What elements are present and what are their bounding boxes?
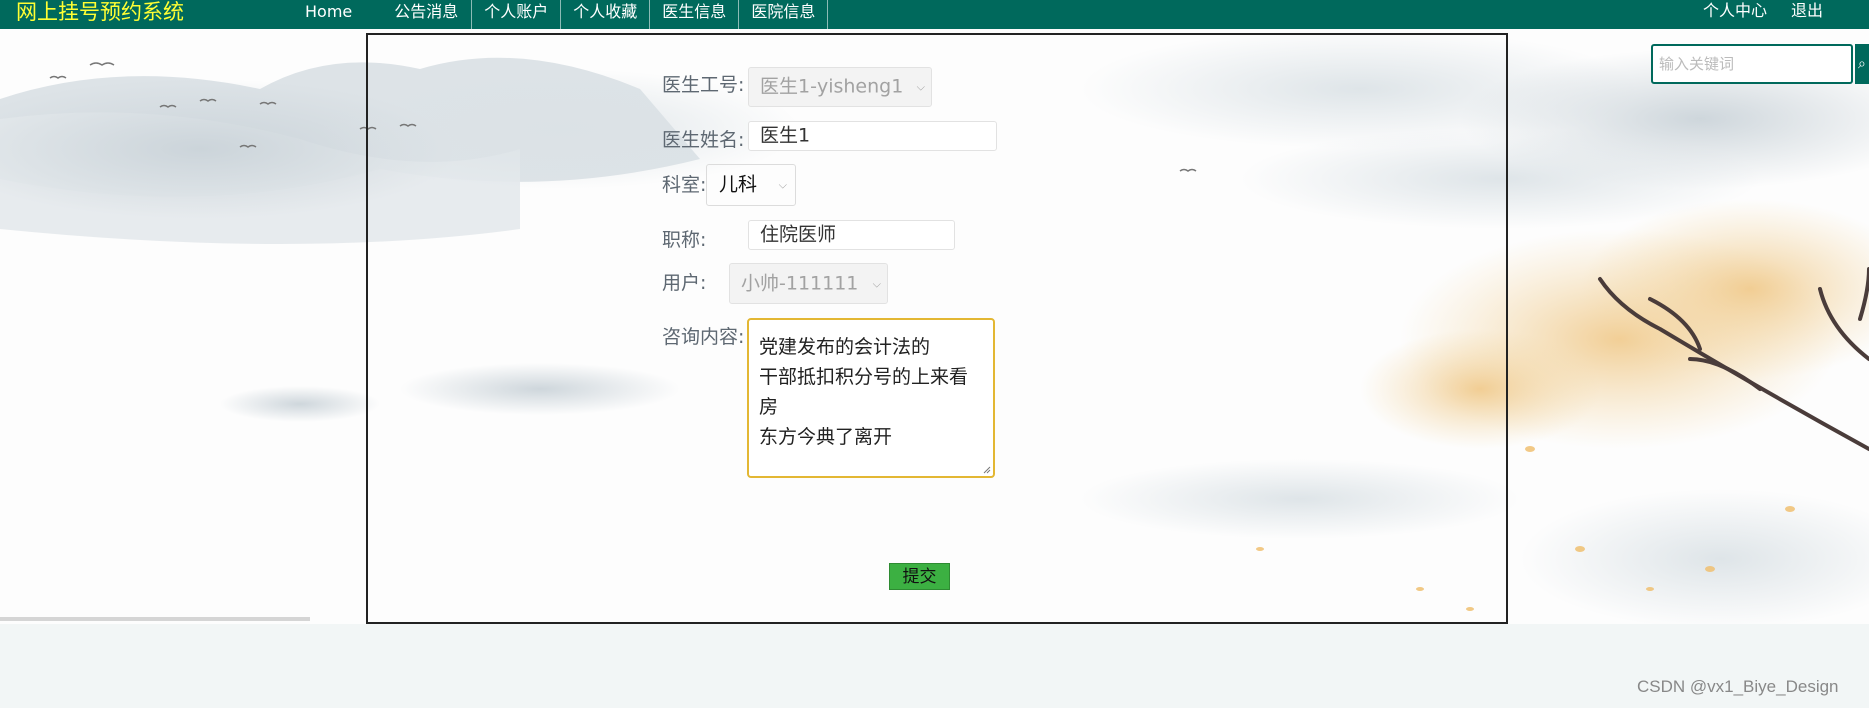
title-field[interactable]: 住院医师: [748, 220, 955, 250]
nav-hospitals[interactable]: 医院信息: [739, 0, 829, 29]
nav-account[interactable]: 个人账户: [472, 0, 562, 29]
watermark: CSDN @vx1_Biye_Design: [1637, 677, 1839, 696]
doctor-name-value: 医生1: [760, 124, 811, 147]
content-line: 干部抵扣积分号的上来看: [759, 366, 969, 388]
app-title: 网上挂号预约系统: [16, 0, 184, 24]
page-footer-area: [0, 624, 1869, 708]
content-label: 咨询内容:: [662, 326, 745, 348]
doctor-id-value: 医生1-yisheng1: [760, 75, 904, 98]
title-value: 住院医师: [760, 223, 837, 246]
department-value: 儿科: [719, 173, 758, 196]
department-select[interactable]: 儿科 ⌵: [706, 164, 796, 206]
content-line: 东方今典了离开: [759, 426, 893, 448]
nav-home[interactable]: Home: [290, 0, 380, 29]
title-label: 职称:: [662, 229, 707, 251]
nav-announcements[interactable]: 公告消息: [380, 0, 473, 29]
doctor-id-select: 医生1-yisheng1 ⌵: [748, 67, 932, 107]
logout-link[interactable]: 退出: [1791, 0, 1823, 29]
content-line: 房: [759, 396, 779, 418]
main-nav: Home 公告消息 个人账户 个人收藏 医生信息 医院信息: [290, 0, 829, 29]
department-label: 科室:: [662, 174, 707, 196]
user-label: 用户:: [662, 272, 707, 294]
search-input[interactable]: [1651, 44, 1853, 84]
doctor-name-field[interactable]: 医生1: [748, 121, 997, 151]
top-nav-bar: 网上挂号预约系统 Home 公告消息 个人账户 个人收藏 医生信息 医院信息 个…: [0, 0, 1869, 29]
chevron-down-icon: ⌵: [872, 277, 881, 290]
personal-center-link[interactable]: 个人中心: [1703, 0, 1767, 29]
resize-grip-icon[interactable]: [981, 464, 991, 474]
user-select: 小帅-111111 ⌵: [729, 263, 888, 304]
user-value: 小帅-111111: [741, 272, 859, 294]
doctor-id-label: 医生工号:: [662, 74, 745, 96]
chevron-down-icon: ⌵: [778, 178, 787, 192]
user-nav: 个人中心 退出: [1703, 0, 1823, 29]
search-button[interactable]: ⌕: [1855, 44, 1869, 84]
content-textarea[interactable]: 党建发布的会计法的 干部抵扣积分号的上来看 房 东方今典了离开: [747, 318, 995, 478]
nav-doctors[interactable]: 医生信息: [650, 0, 740, 29]
chevron-down-icon: ⌵: [916, 80, 925, 94]
doctor-name-label: 医生姓名:: [662, 129, 745, 151]
submit-button[interactable]: 提交: [889, 563, 950, 590]
content-line: 党建发布的会计法的: [759, 336, 931, 358]
nav-favorites[interactable]: 个人收藏: [561, 0, 651, 29]
search-icon: ⌕: [1858, 56, 1866, 72]
